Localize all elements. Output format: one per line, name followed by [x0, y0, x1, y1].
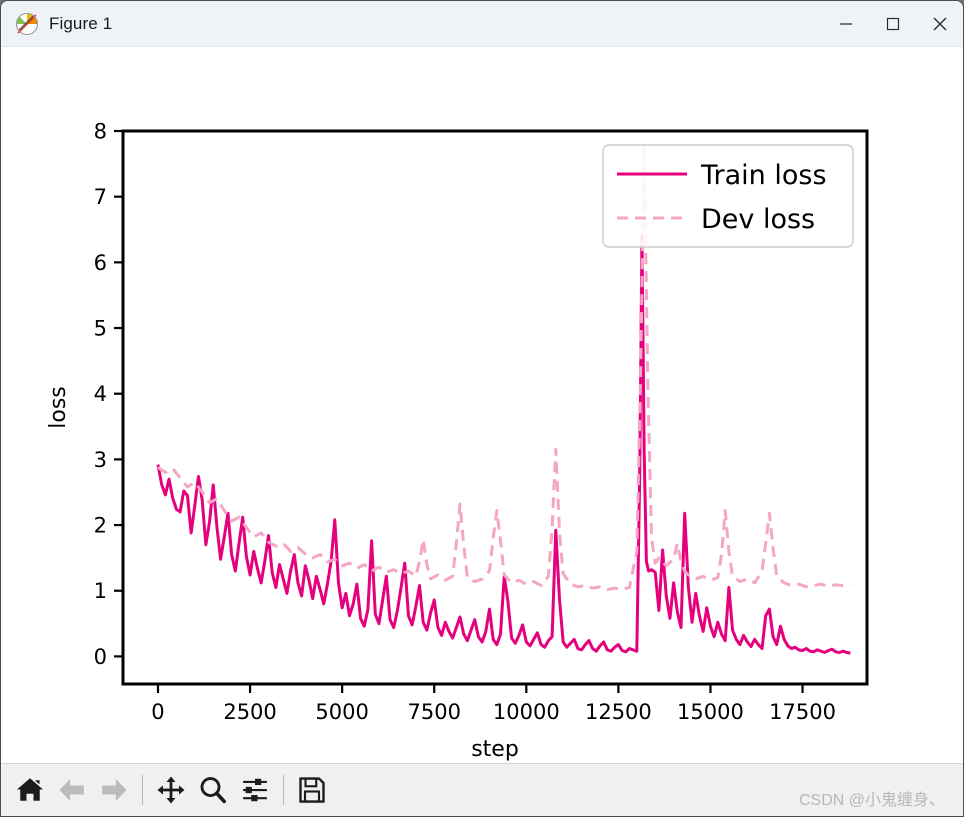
- magnifier-icon: [200, 777, 226, 804]
- legend-label-train-loss: Train loss: [700, 160, 827, 191]
- minimize-button[interactable]: [822, 1, 869, 46]
- configure-subplots-button[interactable]: [234, 769, 276, 811]
- floppy-disk-icon: [299, 777, 325, 803]
- home-icon: [17, 778, 43, 801]
- close-button[interactable]: [916, 1, 963, 46]
- arrow-left-icon: [59, 779, 84, 801]
- y-tick-label: 7: [94, 185, 107, 209]
- y-tick-label: 8: [94, 120, 107, 144]
- figure-window: Figure 1 0 2500 5000 7 5 00 10000 12500 15…: [0, 0, 964, 817]
- loss-chart: 0 2500 5000 7500 10000 12500 15000 17500 0 1 2 3 4 5 6…: [1, 47, 963, 763]
- figure-canvas[interactable]: 0 2500 5000 7500 10000 12500 15000 17500 0 1 2 3 4 5 6…: [1, 47, 963, 763]
- forward-button[interactable]: [93, 769, 135, 811]
- zoom-button[interactable]: [192, 769, 234, 811]
- back-button[interactable]: [51, 769, 93, 811]
- sliders-icon: [243, 778, 267, 802]
- csdn-watermark: CSDN @小鬼缠身、: [798, 792, 945, 809]
- y-tick-label: 3: [94, 448, 107, 472]
- pan-button[interactable]: [150, 769, 192, 811]
- minimize-icon: [839, 22, 852, 25]
- save-button[interactable]: [291, 769, 333, 811]
- title-bar: Figure 1: [1, 1, 963, 47]
- x-tick-label: 5000: [315, 700, 368, 724]
- close-icon: [933, 17, 946, 30]
- home-button[interactable]: [9, 769, 51, 811]
- x-tick-label: 12500: [585, 700, 652, 724]
- maximize-button[interactable]: [869, 1, 916, 46]
- window-controls: [822, 1, 963, 46]
- y-tick-label: 5: [94, 317, 107, 341]
- y-tick-label: 2: [94, 514, 107, 538]
- x-tick-label: 10000: [493, 700, 560, 724]
- move-icon: [157, 776, 185, 804]
- y-tick-label: 1: [94, 579, 107, 603]
- toolbar-separator: [283, 775, 284, 805]
- chart-legend: Train loss Dev loss: [602, 144, 854, 248]
- arrow-right-icon: [102, 779, 127, 801]
- y-tick-label: 6: [94, 251, 107, 275]
- legend-label-dev-loss: Dev loss: [701, 204, 815, 235]
- toolbar-separator: [142, 775, 143, 805]
- maximize-icon: [886, 17, 899, 30]
- y-axis-label: loss: [46, 386, 71, 429]
- x-tick-label: 0: [151, 700, 164, 724]
- x-tick-label: 15000: [677, 700, 744, 724]
- y-tick-label: 0: [94, 645, 107, 669]
- y-tick-label: 4: [94, 382, 107, 406]
- matplotlib-icon: [16, 12, 38, 35]
- x-axis-label: step: [471, 737, 519, 762]
- x-tick-label: 17500: [769, 700, 836, 724]
- navigation-toolbar: CSDN @小鬼缠身、: [1, 763, 963, 816]
- window-title: Figure 1: [49, 13, 113, 33]
- x-tick-label: 7500: [408, 700, 461, 724]
- x-tick-label: 2500: [223, 700, 276, 724]
